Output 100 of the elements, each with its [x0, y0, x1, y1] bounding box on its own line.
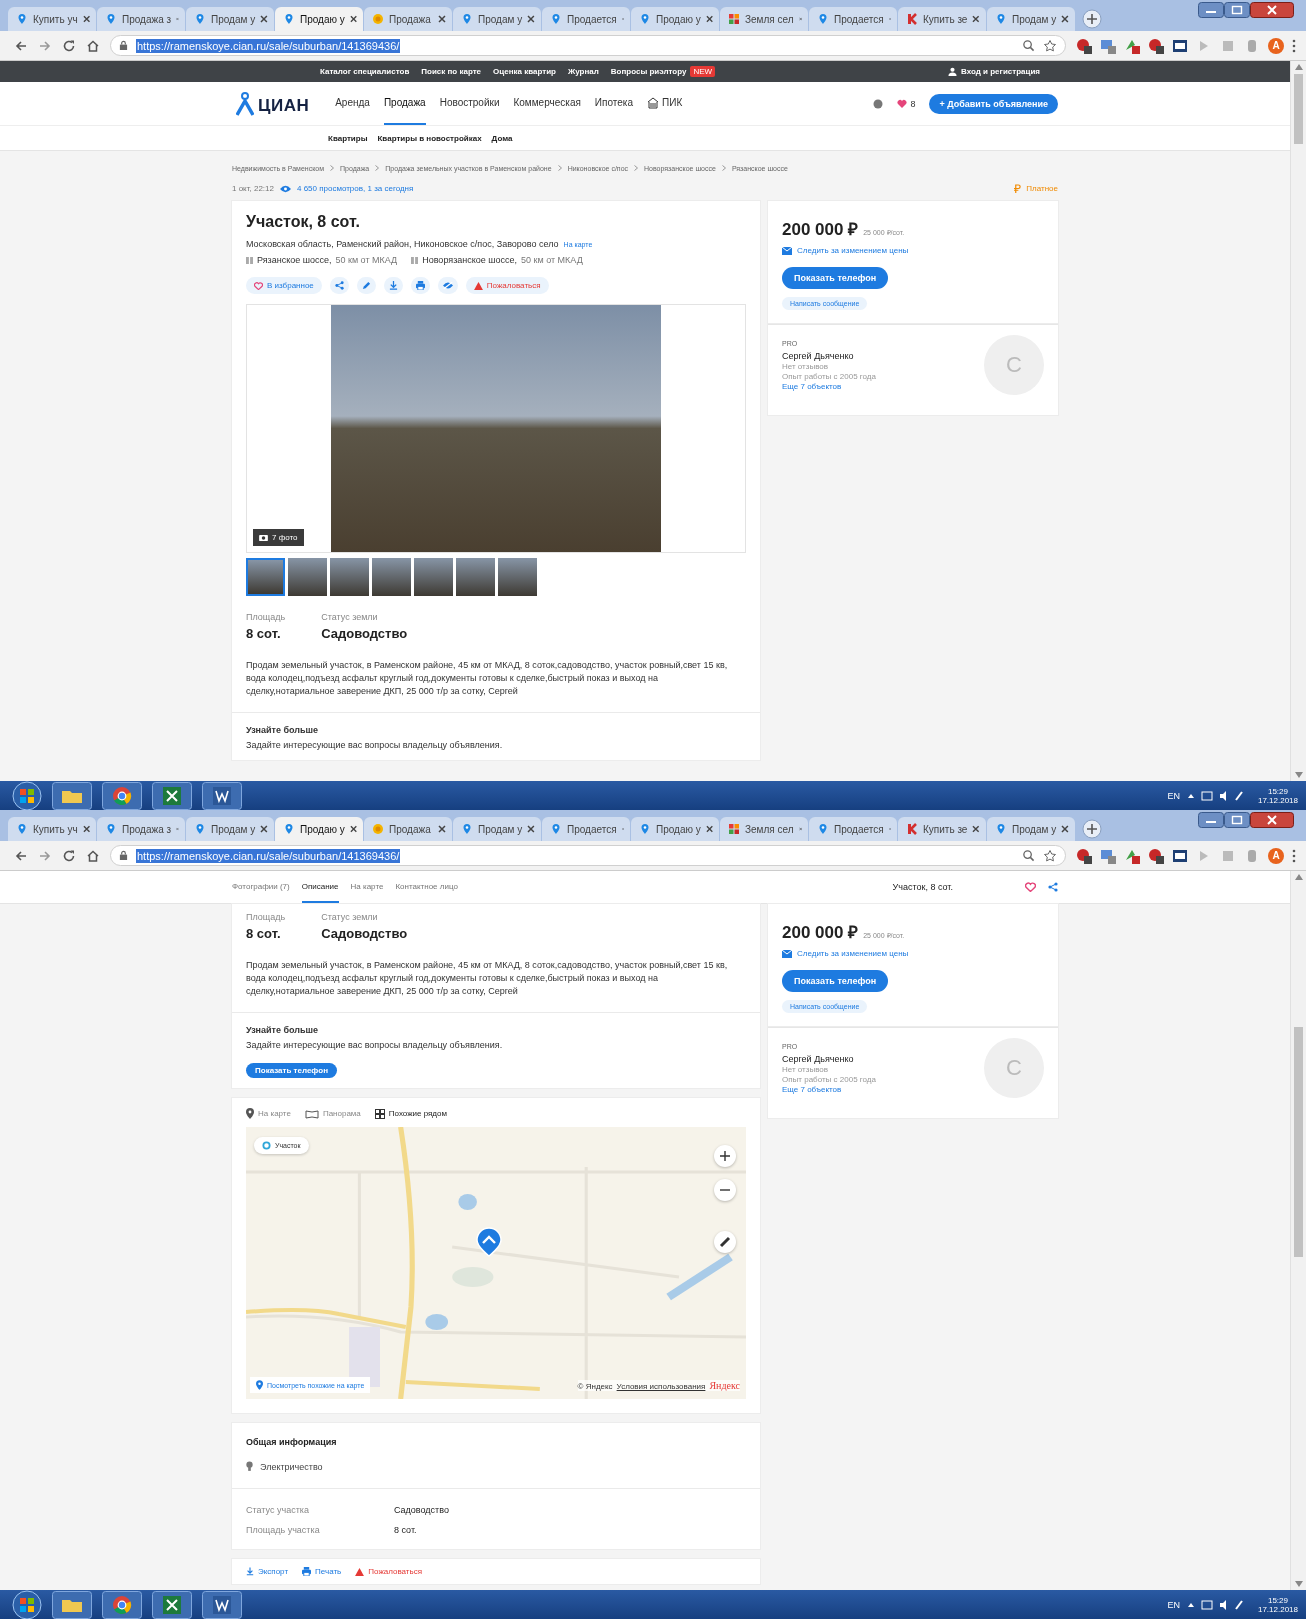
scrollbar[interactable]: [1290, 871, 1306, 1590]
home-icon[interactable]: [86, 848, 100, 863]
menu-icon[interactable]: [1292, 38, 1296, 53]
agent-name[interactable]: Сергей Дьяченко: [782, 1053, 984, 1064]
extension-icon[interactable]: [1172, 37, 1188, 54]
scroll-up-icon[interactable]: [1294, 874, 1303, 880]
minimize-icon[interactable]: [1198, 812, 1224, 828]
browser-tab[interactable]: Продам у: [186, 7, 274, 31]
browser-tab[interactable]: Продается: [542, 7, 630, 31]
back-icon[interactable]: [14, 848, 28, 863]
reload-icon[interactable]: [62, 848, 76, 863]
nav-link[interactable]: Ипотека: [594, 82, 633, 125]
address-field[interactable]: https://ramenskoye.cian.ru/sale/suburban/141369436/: [110, 35, 1066, 56]
photo-thumbnail[interactable]: [414, 558, 453, 596]
section-tab[interactable]: На карте: [350, 871, 384, 903]
minimize-icon[interactable]: [1198, 2, 1224, 18]
folder-icon[interactable]: [52, 1590, 92, 1619]
browser-tab[interactable]: Продам у: [186, 817, 274, 841]
browser-tab[interactable]: Продажа з: [97, 7, 185, 31]
new-tab-icon[interactable]: [1082, 9, 1102, 29]
footer-action-link[interactable]: Экспорт: [246, 1567, 289, 1576]
browser-tab[interactable]: Земля сел: [720, 817, 808, 841]
browser-tab[interactable]: Продается: [542, 817, 630, 841]
photo-thumbnail[interactable]: [246, 558, 285, 596]
section-tab[interactable]: Фотографии (7): [232, 871, 290, 903]
browser-tab[interactable]: Продам у: [453, 817, 541, 841]
photo-thumbnail[interactable]: [330, 558, 369, 596]
scrollbar[interactable]: [1290, 61, 1306, 781]
new-tab-icon[interactable]: [1082, 819, 1102, 839]
tray-icons[interactable]: [1185, 1597, 1246, 1612]
menu-icon[interactable]: [1292, 848, 1296, 863]
spreadsheet-icon[interactable]: [152, 1590, 192, 1619]
browser-tab[interactable]: Купить зе: [898, 7, 986, 31]
more-objects-link[interactable]: Еще 7 объектов: [782, 1084, 984, 1094]
photo-count-badge[interactable]: 7 фото: [253, 529, 304, 546]
language-indicator[interactable]: EN: [1167, 790, 1180, 801]
footer-action-link[interactable]: Пожаловаться: [355, 1567, 422, 1576]
photo-thumbnail[interactable]: [288, 558, 327, 596]
notification-icon[interactable]: [873, 98, 884, 109]
browser-tab[interactable]: Продам у: [987, 817, 1075, 841]
browser-tab[interactable]: Продажа: [364, 817, 452, 841]
photo-placeholder[interactable]: [331, 305, 661, 552]
top-bar-link[interactable]: Вопросы риэлтору: [610, 67, 687, 76]
scrollbar-thumb[interactable]: [1294, 1027, 1303, 1257]
extension-icon[interactable]: [1076, 847, 1092, 864]
browser-tab[interactable]: Продаю у: [631, 817, 719, 841]
browser-tab[interactable]: Продам у: [987, 7, 1075, 31]
map-tab[interactable]: На карте: [246, 1108, 291, 1119]
map-tab[interactable]: Панорама: [304, 1108, 361, 1119]
extension-icon[interactable]: [1172, 847, 1188, 864]
nav-link[interactable]: ПИК: [647, 82, 683, 125]
more-objects-link[interactable]: Еще 7 объектов: [782, 381, 984, 391]
top-bar-link[interactable]: Каталог специалистов: [320, 67, 410, 76]
login-link[interactable]: Вход и регистрация: [948, 67, 1040, 76]
watch-price-link[interactable]: Следить за изменением цены: [797, 949, 909, 958]
folder-icon[interactable]: [52, 781, 92, 810]
watch-price-link[interactable]: Следить за изменением цены: [797, 246, 909, 255]
share-button[interactable]: [329, 277, 349, 294]
reload-icon[interactable]: [62, 38, 76, 53]
chrome-icon[interactable]: [102, 781, 142, 810]
show-phone-button[interactable]: Показать телефон: [782, 970, 889, 992]
nav-link[interactable]: Новостройки: [439, 82, 500, 125]
language-indicator[interactable]: EN: [1167, 1599, 1180, 1610]
browser-tab[interactable]: Продажа з: [97, 817, 185, 841]
document-icon[interactable]: [202, 781, 242, 810]
nav-link[interactable]: Аренда: [335, 82, 370, 125]
zoom-icon[interactable]: [1022, 39, 1035, 52]
star-icon[interactable]: [1043, 848, 1057, 863]
browser-tab[interactable]: Купить уч: [8, 7, 96, 31]
start-button[interactable]: [12, 1589, 42, 1619]
section-tab[interactable]: Контактное лицо: [395, 871, 458, 903]
hide-button[interactable]: [437, 277, 458, 294]
photo-thumbnail[interactable]: [456, 558, 495, 596]
zoom-icon[interactable]: [1022, 849, 1035, 862]
map-tab[interactable]: Похожие рядом: [374, 1108, 447, 1119]
clock[interactable]: 15:29 17.12.2018: [1257, 786, 1298, 805]
scroll-down-icon[interactable]: [1294, 1581, 1303, 1587]
show-phone-button[interactable]: Показать телефон: [246, 1063, 337, 1078]
browser-tab[interactable]: Купить уч: [8, 817, 96, 841]
document-icon[interactable]: [202, 1590, 242, 1619]
clock[interactable]: 15:29 17.12.2018: [1257, 1595, 1298, 1614]
browser-tab[interactable]: Продаю у: [275, 7, 363, 31]
add-listing-button[interactable]: + Добавить объявление: [929, 93, 1058, 114]
browser-tab[interactable]: Продается: [809, 7, 897, 31]
nav-link[interactable]: Коммерческая: [513, 82, 581, 125]
subnav-link[interactable]: Квартиры: [328, 133, 368, 143]
chrome-icon[interactable]: [102, 1590, 142, 1619]
extension-icon[interactable]: [1148, 847, 1164, 864]
browser-tab[interactable]: Продается: [809, 817, 897, 841]
browser-tab[interactable]: Продаю у: [275, 817, 363, 841]
photo-thumbnail[interactable]: [498, 558, 537, 596]
scrollbar-thumb[interactable]: [1294, 74, 1303, 144]
heart-icon[interactable]: [1025, 882, 1036, 892]
favorites-link[interactable]: 8: [897, 98, 916, 109]
extension-icon[interactable]: [1148, 37, 1164, 54]
spreadsheet-icon[interactable]: [152, 781, 192, 810]
agent-name[interactable]: Сергей Дьяченко: [782, 350, 984, 361]
browser-tab[interactable]: Продаю у: [631, 7, 719, 31]
download-button[interactable]: [383, 277, 403, 294]
complain-button[interactable]: Пожаловаться: [465, 277, 549, 294]
